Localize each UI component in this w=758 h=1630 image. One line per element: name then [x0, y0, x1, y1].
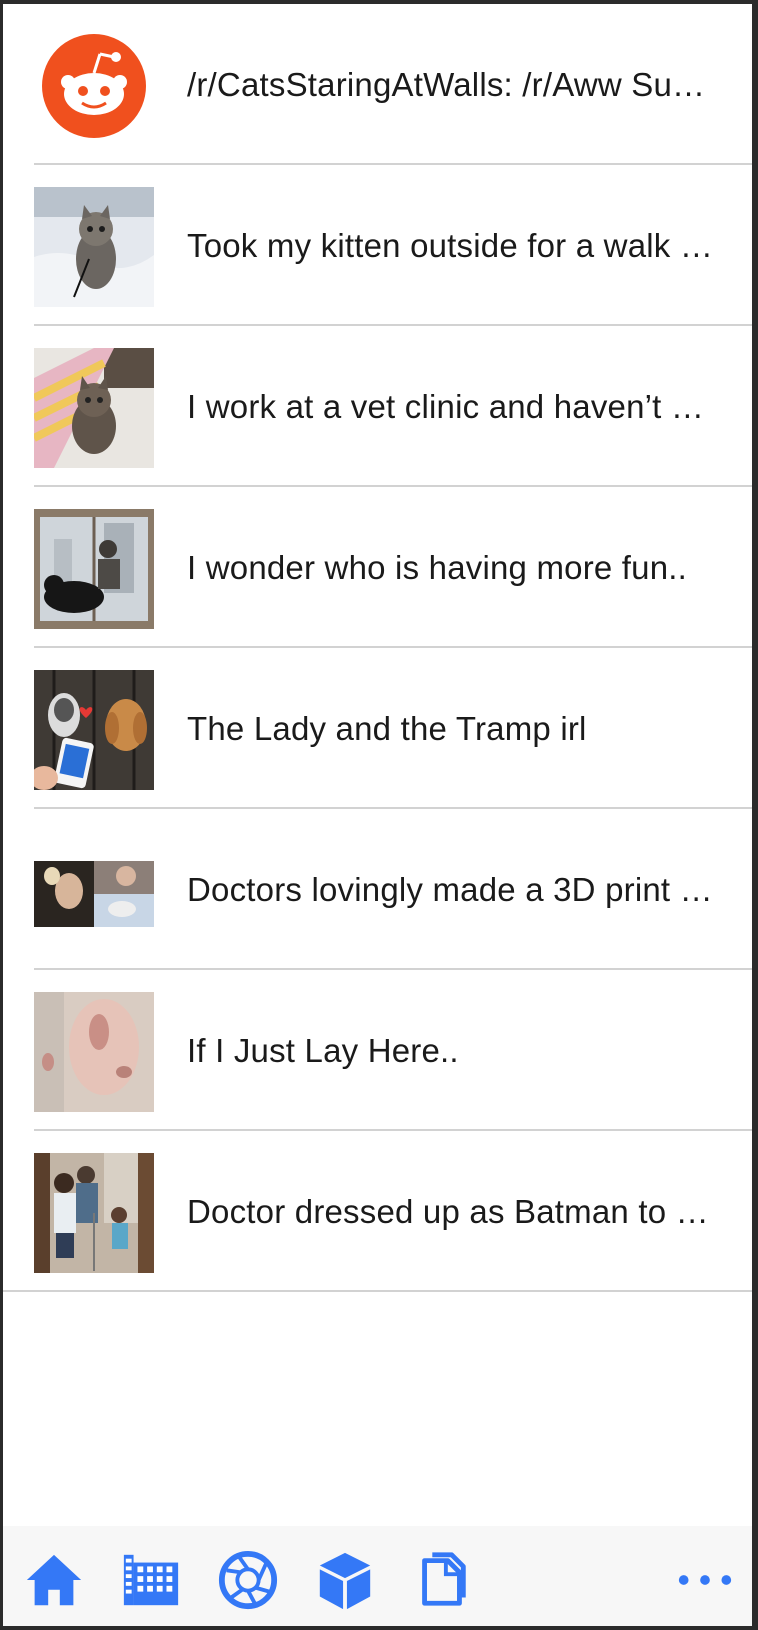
list-item[interactable]: The Lady and the Tramp irl	[3, 648, 752, 809]
cat-window-thumbnail	[34, 509, 154, 629]
hospital-batman-thumbnail	[34, 1153, 154, 1273]
post-title: Doctors lovingly made a 3D print of an u…	[187, 870, 718, 908]
post-title: Took my kitten outside for a walk in the…	[187, 226, 718, 264]
list-item[interactable]: /r/CatsStaringAtWalls: /r/Aww Subreddit …	[3, 4, 752, 165]
feed-list: /r/CatsStaringAtWalls: /r/Aww Subreddit …	[3, 4, 752, 1292]
tab-more[interactable]	[673, 1548, 737, 1612]
bottom-tab-bar	[3, 1526, 752, 1626]
tab-camera[interactable]	[216, 1548, 280, 1612]
kitten-blanket-thumbnail	[34, 348, 154, 468]
list-item[interactable]: I work at a vet clinic and haven’t had a…	[3, 326, 752, 487]
cube-icon	[319, 1552, 371, 1610]
list-item[interactable]: If I Just Lay Here..	[3, 970, 752, 1131]
row-divider	[3, 1290, 752, 1292]
kitten-snow-thumbnail	[34, 187, 154, 307]
post-title: I work at a vet clinic and haven’t had a…	[187, 387, 718, 425]
list-item[interactable]: Doctor dressed up as Batman to visit kid…	[3, 1131, 752, 1292]
tab-building[interactable]	[119, 1548, 183, 1612]
tab-home[interactable]	[22, 1548, 86, 1612]
post-title: The Lady and the Tramp irl	[187, 709, 587, 747]
post-title: If I Just Lay Here..	[187, 1031, 459, 1069]
documents-icon	[422, 1552, 466, 1606]
post-title: I wonder who is having more fun..	[187, 548, 688, 586]
building-icon	[123, 1554, 179, 1606]
blurry-pig-thumbnail	[34, 992, 154, 1112]
reddit-logo-icon	[42, 34, 146, 138]
tab-cube[interactable]	[313, 1548, 377, 1612]
tab-documents[interactable]	[410, 1548, 474, 1612]
more-icon	[678, 1575, 732, 1585]
home-icon	[26, 1554, 82, 1606]
dogs-phone-thumbnail	[34, 670, 154, 790]
collage-ultrasound-thumbnail	[34, 831, 154, 951]
list-item[interactable]: Took my kitten outside for a walk in the…	[3, 165, 752, 326]
list-item[interactable]: Doctors lovingly made a 3D print of an u…	[3, 809, 752, 970]
aperture-icon	[218, 1550, 278, 1610]
app-screen: /r/CatsStaringAtWalls: /r/Aww Subreddit …	[3, 4, 752, 1626]
reddit-logo-thumbnail	[34, 26, 154, 146]
list-item[interactable]: I wonder who is having more fun..	[3, 487, 752, 648]
post-title: /r/CatsStaringAtWalls: /r/Aww Subreddit …	[187, 65, 718, 103]
post-title: Doctor dressed up as Batman to visit kid…	[187, 1192, 718, 1230]
